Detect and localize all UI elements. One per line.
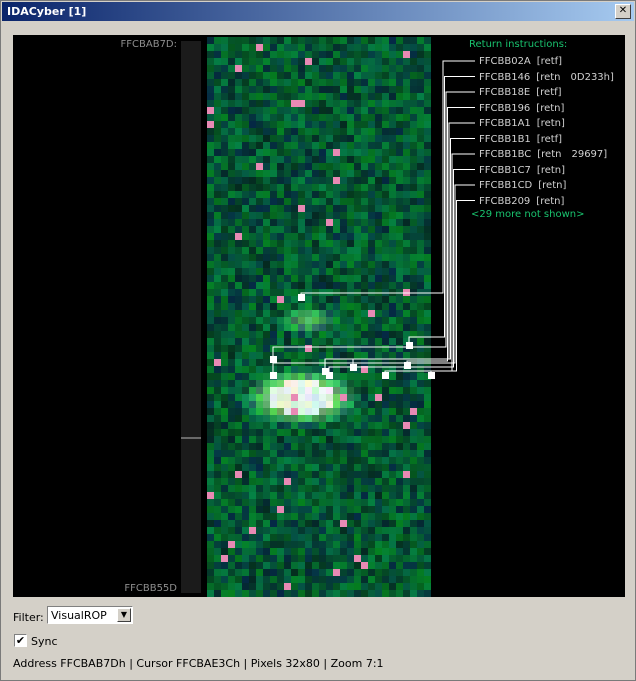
return-pixel-marker (406, 342, 413, 349)
return-instruction: [retn] (536, 164, 566, 176)
return-item[interactable]: FFCBB1C7 [retn] (479, 163, 614, 179)
return-pixel-marker (382, 372, 389, 379)
status-bar-text: Address FFCBAB7Dh | Cursor FFCBAE3Ch | P… (13, 657, 384, 670)
return-pixel-marker (270, 372, 277, 379)
more-returns-note: <29 more not shown> (471, 209, 585, 220)
return-pixel-marker (270, 356, 277, 363)
idacyber-window: IDACyber [1] ✕ FFCBAB7D: FFCBB55D Return… (0, 0, 636, 681)
sync-label: Sync (31, 635, 58, 648)
connector-line (408, 76, 475, 345)
chevron-down-icon[interactable]: ▼ (117, 608, 131, 622)
filter-selected-value: VisualROP (51, 609, 107, 622)
filter-label: Filter: (13, 611, 44, 624)
return-address: FFCBB1B1 (479, 133, 531, 145)
return-instruction: [retn (536, 71, 561, 83)
return-operand: 0D233h] (570, 71, 614, 83)
close-button[interactable]: ✕ (615, 4, 631, 19)
return-instruction: [retf] (536, 87, 562, 98)
return-instructions-title: Return instructions: (469, 39, 568, 50)
return-item[interactable]: FFCBB1BC [retn 29697] (479, 147, 614, 163)
return-item[interactable]: FFCBB02A [retf] (479, 54, 614, 70)
return-pixel-marker (298, 294, 305, 301)
return-address: FFCBB146 (479, 71, 531, 83)
sync-checkbox[interactable]: ✔ (14, 634, 27, 647)
return-item[interactable]: FFCBB1CD [retn] (479, 178, 614, 194)
return-instructions-list: FFCBB02A [retf] FFCBB146 [retn 0D233h] FFCB… (479, 54, 614, 209)
filter-dropdown[interactable]: VisualROP ▼ (47, 606, 133, 624)
window-title: IDACyber [1] (7, 5, 87, 18)
return-instruction: [retf] (536, 133, 563, 145)
return-instruction: [retf] (536, 56, 563, 67)
return-instruction: [retn] (536, 102, 565, 114)
return-address: FFCBB18E (479, 87, 531, 98)
title-bar[interactable]: IDACyber [1] ✕ (2, 2, 634, 21)
return-item[interactable]: FFCBB209 [retn] (479, 194, 614, 210)
return-operand: 29697] (571, 149, 608, 160)
return-address: FFCBB1CD (479, 180, 533, 191)
return-pixel-marker (428, 372, 435, 379)
return-instruction: [retn] (536, 118, 565, 129)
connector-line (328, 169, 475, 375)
return-address: FFCBB196 (479, 102, 531, 114)
return-instruction: [retn] (538, 180, 567, 191)
return-address: FFCBB02A (479, 56, 531, 67)
pixel-canvas[interactable]: FFCBAB7D: FFCBB55D Return instructions: … (13, 35, 625, 597)
return-address: FFCBB209 (479, 195, 531, 207)
return-item[interactable]: FFCBB146 [retn 0D233h] (479, 70, 614, 86)
return-item[interactable]: FFCBB18E [retf] (479, 85, 614, 101)
return-pixel-marker (326, 372, 333, 379)
return-address: FFCBB1A1 (479, 118, 531, 129)
return-instruction: [retn] (536, 195, 565, 207)
return-item[interactable]: FFCBB1A1 [retn] (479, 116, 614, 132)
return-address: FFCBB1C7 (479, 164, 531, 176)
return-item[interactable]: FFCBB196 [retn] (479, 101, 614, 117)
connector-line (384, 153, 475, 375)
return-item[interactable]: FFCBB1B1 [retf] (479, 132, 614, 148)
return-instruction: [retn (537, 149, 562, 160)
return-address: FFCBB1BC (479, 149, 532, 160)
connector-line (406, 107, 475, 365)
